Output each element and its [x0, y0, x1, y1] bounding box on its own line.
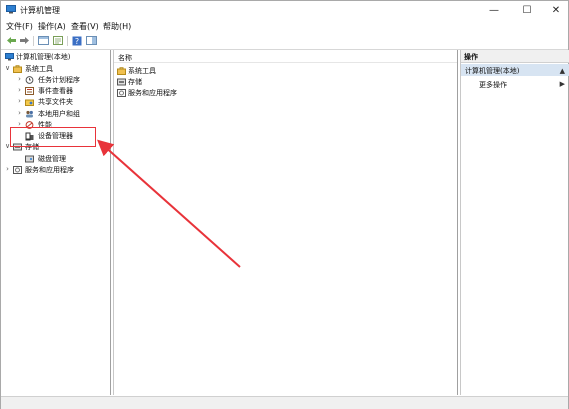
annotation-arrow [97, 139, 241, 268]
